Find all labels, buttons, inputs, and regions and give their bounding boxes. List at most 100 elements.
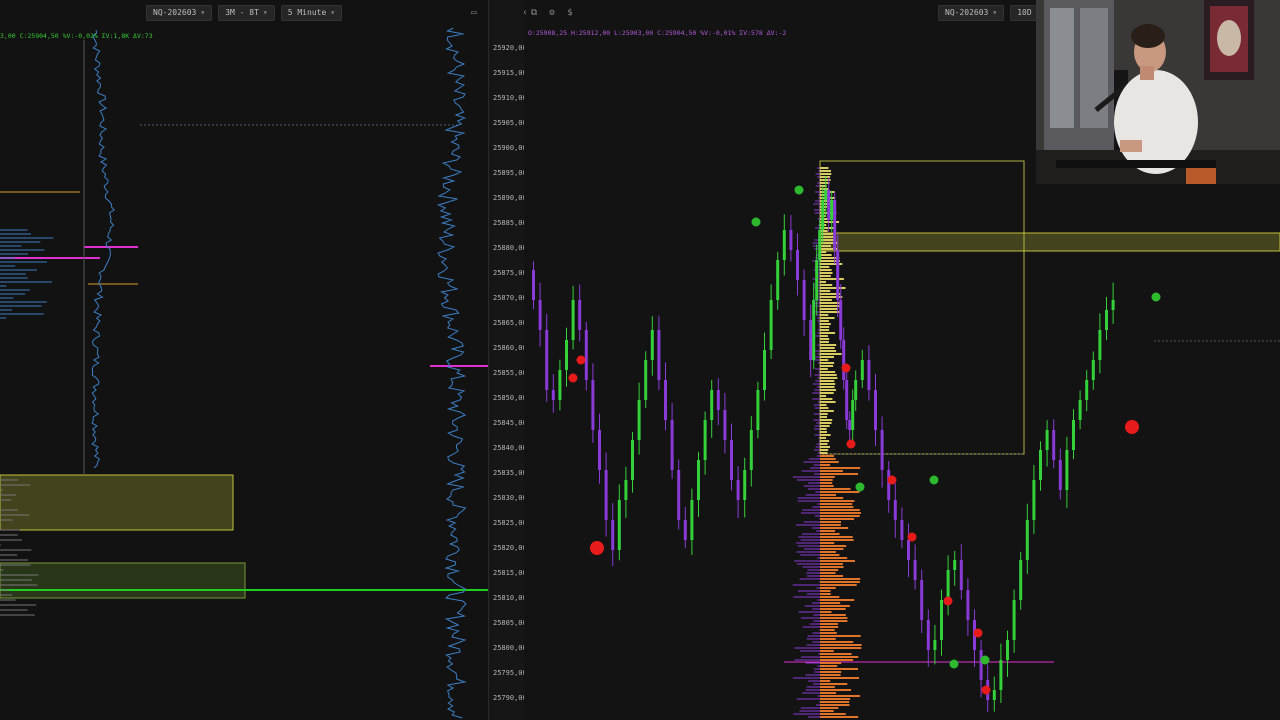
window-icon[interactable]: ▭ [468,8,480,18]
buy-marker [980,655,990,665]
candle-body [809,320,813,360]
left-chart-pane[interactable]: NQ-202603 ▾ 3M - 8T ▾ 5 Minute ▾ ▭ 3,00 C:2… [0,0,488,720]
candle-body [683,520,687,540]
volume-profile-trace [91,29,115,469]
chevron-down-icon: ▾ [200,8,206,17]
sell-marker [887,475,897,485]
candle-body [818,230,822,260]
sell-marker [841,363,851,373]
chevron-down-icon: ▾ [262,8,268,17]
compare-icon[interactable]: ⧉ [528,8,540,18]
candle-body [880,430,884,470]
dollar-icon[interactable]: $ [564,8,576,18]
candle-body [992,690,996,700]
left-volume-profile-chart[interactable] [0,0,488,720]
candle-body [1052,430,1056,460]
price-tick-label: 25830,00 [493,494,526,502]
sell-marker [981,685,991,695]
candle-body [677,470,681,520]
candle-body [824,190,828,200]
candle-body [1078,400,1082,420]
price-tick-label: 25795,00 [493,669,526,677]
candle-body [743,470,747,500]
price-tick-label: 25865,00 [493,319,526,327]
candle-body [1098,330,1102,360]
candle-body [756,390,760,430]
candle-body [1025,520,1029,560]
left-symbol-select[interactable]: NQ-202603 ▾ [146,5,213,21]
candle-body [926,620,930,650]
candle-body [839,300,843,340]
price-tick-label: 25880,00 [493,244,526,252]
candle-body [887,470,891,500]
left-range-select[interactable]: 3M - 8T ▾ [218,5,275,21]
candle-body [710,390,714,420]
candle-body [631,440,634,480]
price-tick-label: 25800,00 [493,644,526,652]
price-tick-label: 25790,00 [493,694,526,702]
candle-body [920,580,924,620]
candle-body [571,300,575,340]
candle-body [893,500,897,520]
right-symbol-select[interactable]: NQ-202603 ▾ [938,5,1005,21]
price-tick-label: 25815,00 [493,569,526,577]
candle-body [697,460,700,500]
buy-marker [929,475,939,485]
price-tick-label: 25820,00 [493,544,526,552]
candle-body [1111,300,1115,310]
price-tick-label: 25825,00 [493,519,526,527]
candle-body [1006,640,1009,660]
candle-body [867,360,871,390]
candle-body [1039,450,1042,480]
candle-body [1105,310,1108,330]
price-tick-label: 25835,00 [493,469,526,477]
candle-body [802,280,806,320]
candle-body [827,190,831,220]
gear-icon[interactable]: ⚙ [546,8,558,18]
candle-body [664,380,667,420]
right-ohlc-readout: O:25908,25 H:25912,00 L:25903,00 C:25904… [528,29,787,37]
price-tick-label: 25850,00 [493,394,526,402]
candle-body [1032,480,1036,520]
chevron-down-icon: ▾ [992,8,998,17]
price-tick-label: 25875,00 [493,269,526,277]
candle-body [959,560,963,590]
price-tick-label: 25890,00 [493,194,526,202]
candle-body [830,200,834,220]
price-tick-label: 25845,00 [493,419,526,427]
candle-body [591,380,595,430]
left-ohlc-readout: 3,00 C:25904,50 %V:-0,02% ΣV:1,8K ΔV:73 [0,32,153,40]
price-tick-label: 25860,00 [493,344,526,352]
price-tick-label: 25885,00 [493,219,526,227]
sell-marker [576,355,586,365]
left-interval-select[interactable]: 5 Minute ▾ [280,5,343,21]
candle-body [874,390,877,430]
candle-body [953,560,957,570]
candle-body [736,480,740,500]
value-zone [819,232,1280,252]
candle-body [730,440,733,480]
candle-body [1012,600,1016,640]
candle-body [637,400,641,440]
candle-body [670,420,674,470]
sell-marker [973,628,983,638]
price-tick-label: 25905,00 [493,119,526,127]
candle-body [716,390,720,410]
candle-body [815,260,819,300]
price-tick-label: 25870,00 [493,294,526,302]
candle-body [703,420,707,460]
candle-body [598,430,601,470]
price-axis[interactable]: 25920,00 25915,00 25910,00 25905,00 25900,00… [488,0,526,720]
candle-body [940,600,943,640]
candle-body [833,200,837,250]
candle-body [604,470,608,520]
sell-marker [943,596,953,606]
price-tick-label: 25895,00 [493,169,526,177]
candle-body [578,300,582,330]
value-zone [0,474,234,531]
candle-body [860,360,864,380]
left-range-label: 3M - 8T [225,8,259,17]
webcam-overlay [1036,0,1280,184]
value-zone [0,562,246,599]
right-symbol-label: NQ-202603 [945,8,989,17]
